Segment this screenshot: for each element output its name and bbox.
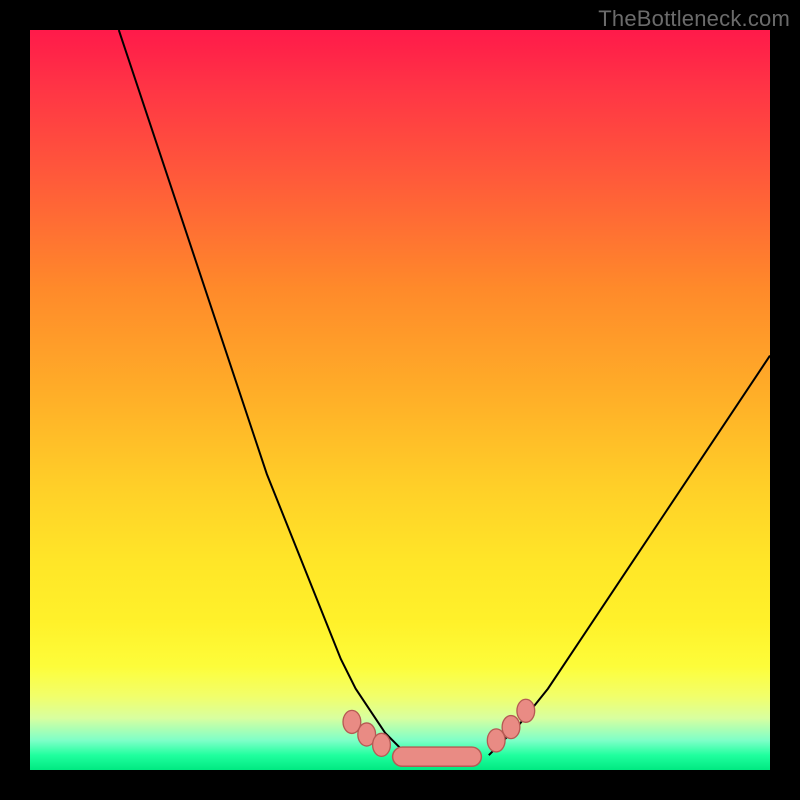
marker-dot bbox=[373, 733, 391, 756]
flat-bottom-segment bbox=[393, 747, 482, 766]
curve-group bbox=[119, 30, 770, 766]
plot-area bbox=[30, 30, 770, 770]
right-curve bbox=[489, 356, 770, 756]
chart-svg bbox=[30, 30, 770, 770]
marker-dot bbox=[517, 699, 535, 722]
attribution-text: TheBottleneck.com bbox=[598, 6, 790, 32]
marker-dot bbox=[502, 716, 520, 739]
chart-frame: TheBottleneck.com bbox=[0, 0, 800, 800]
left-curve bbox=[119, 30, 415, 755]
